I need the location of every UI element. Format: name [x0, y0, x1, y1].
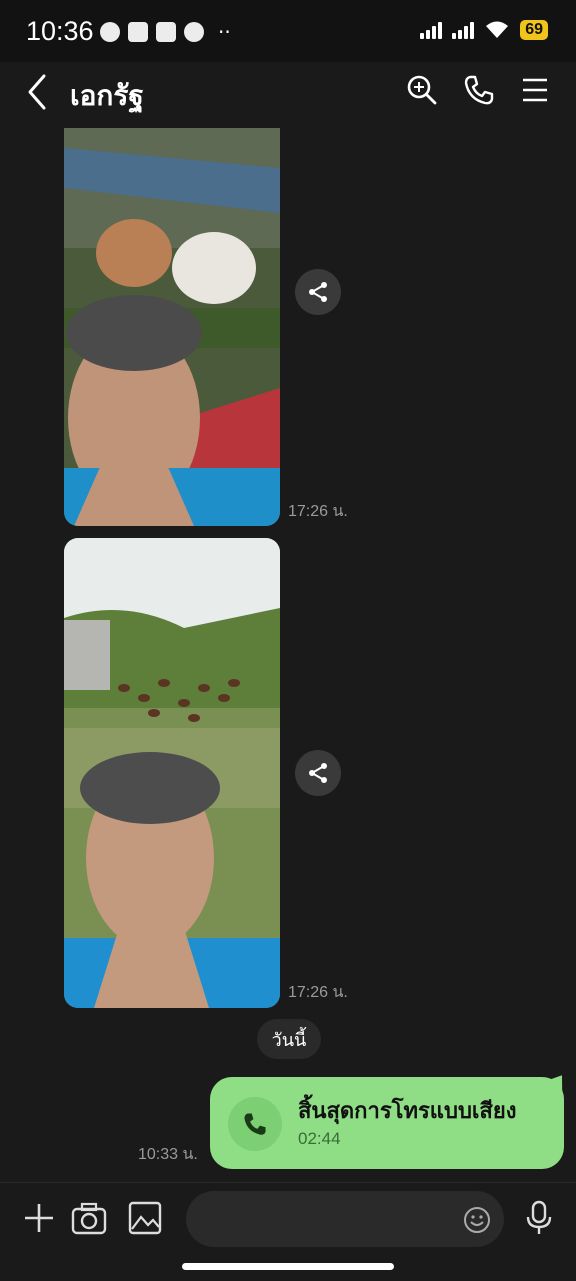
photo-message[interactable] — [64, 128, 280, 526]
wifi-icon — [486, 21, 509, 38]
plus-icon[interactable] — [20, 1199, 58, 1237]
menu-icon[interactable] — [519, 74, 551, 106]
camera-icon[interactable] — [70, 1199, 108, 1237]
date-separator: วันนี้ — [257, 1019, 321, 1059]
message-timestamp: 17:26 น. — [288, 984, 348, 1001]
selfie-with-cows-photo — [64, 128, 280, 526]
battery-level: 69 — [520, 20, 548, 40]
phone-call-icon[interactable] — [463, 74, 495, 106]
emoji-icon[interactable] — [462, 1205, 492, 1235]
line-app-icon — [128, 22, 148, 42]
status-bar: 10:36 ·· 69 — [0, 0, 576, 62]
share-icon — [309, 763, 327, 783]
status-right: 69 — [420, 20, 548, 40]
home-indicator[interactable] — [182, 1263, 394, 1270]
gallery-icon[interactable] — [126, 1199, 164, 1237]
share-icon — [309, 282, 327, 302]
youtube-icon — [156, 22, 176, 42]
message-timestamp: 17:26 น. — [288, 503, 348, 520]
alarm-icon — [100, 22, 120, 42]
messenger-icon — [184, 22, 204, 42]
notification-icons: ·· — [100, 22, 231, 42]
signal-icon — [420, 21, 443, 39]
call-ended-bubble[interactable]: สิ้นสุดการโทรแบบเสียง 02:44 — [210, 1077, 564, 1169]
share-button[interactable] — [295, 750, 341, 796]
signal-icon-2 — [452, 21, 475, 39]
call-duration: 02:44 — [298, 1129, 341, 1148]
chat-title[interactable]: เอกรัฐ — [70, 74, 144, 118]
status-time: 10:36 — [26, 16, 94, 46]
back-arrow-icon[interactable] — [24, 72, 56, 112]
call-timestamp: 10:33 น. — [138, 1146, 198, 1163]
call-title: สิ้นสุดการโทรแบบเสียง — [298, 1099, 517, 1124]
message-input[interactable] — [186, 1191, 504, 1247]
chat-header: เอกรัฐ — [0, 62, 576, 126]
microphone-icon[interactable] — [520, 1199, 558, 1237]
phone-icon — [244, 1113, 266, 1135]
search-icon[interactable] — [406, 74, 438, 106]
photo-message[interactable] — [64, 538, 280, 1008]
share-button[interactable] — [295, 269, 341, 315]
call-icon-circle — [228, 1097, 282, 1151]
selfie-with-chickens-photo — [64, 538, 280, 1008]
more-notifications-icon: ·· — [218, 20, 231, 44]
